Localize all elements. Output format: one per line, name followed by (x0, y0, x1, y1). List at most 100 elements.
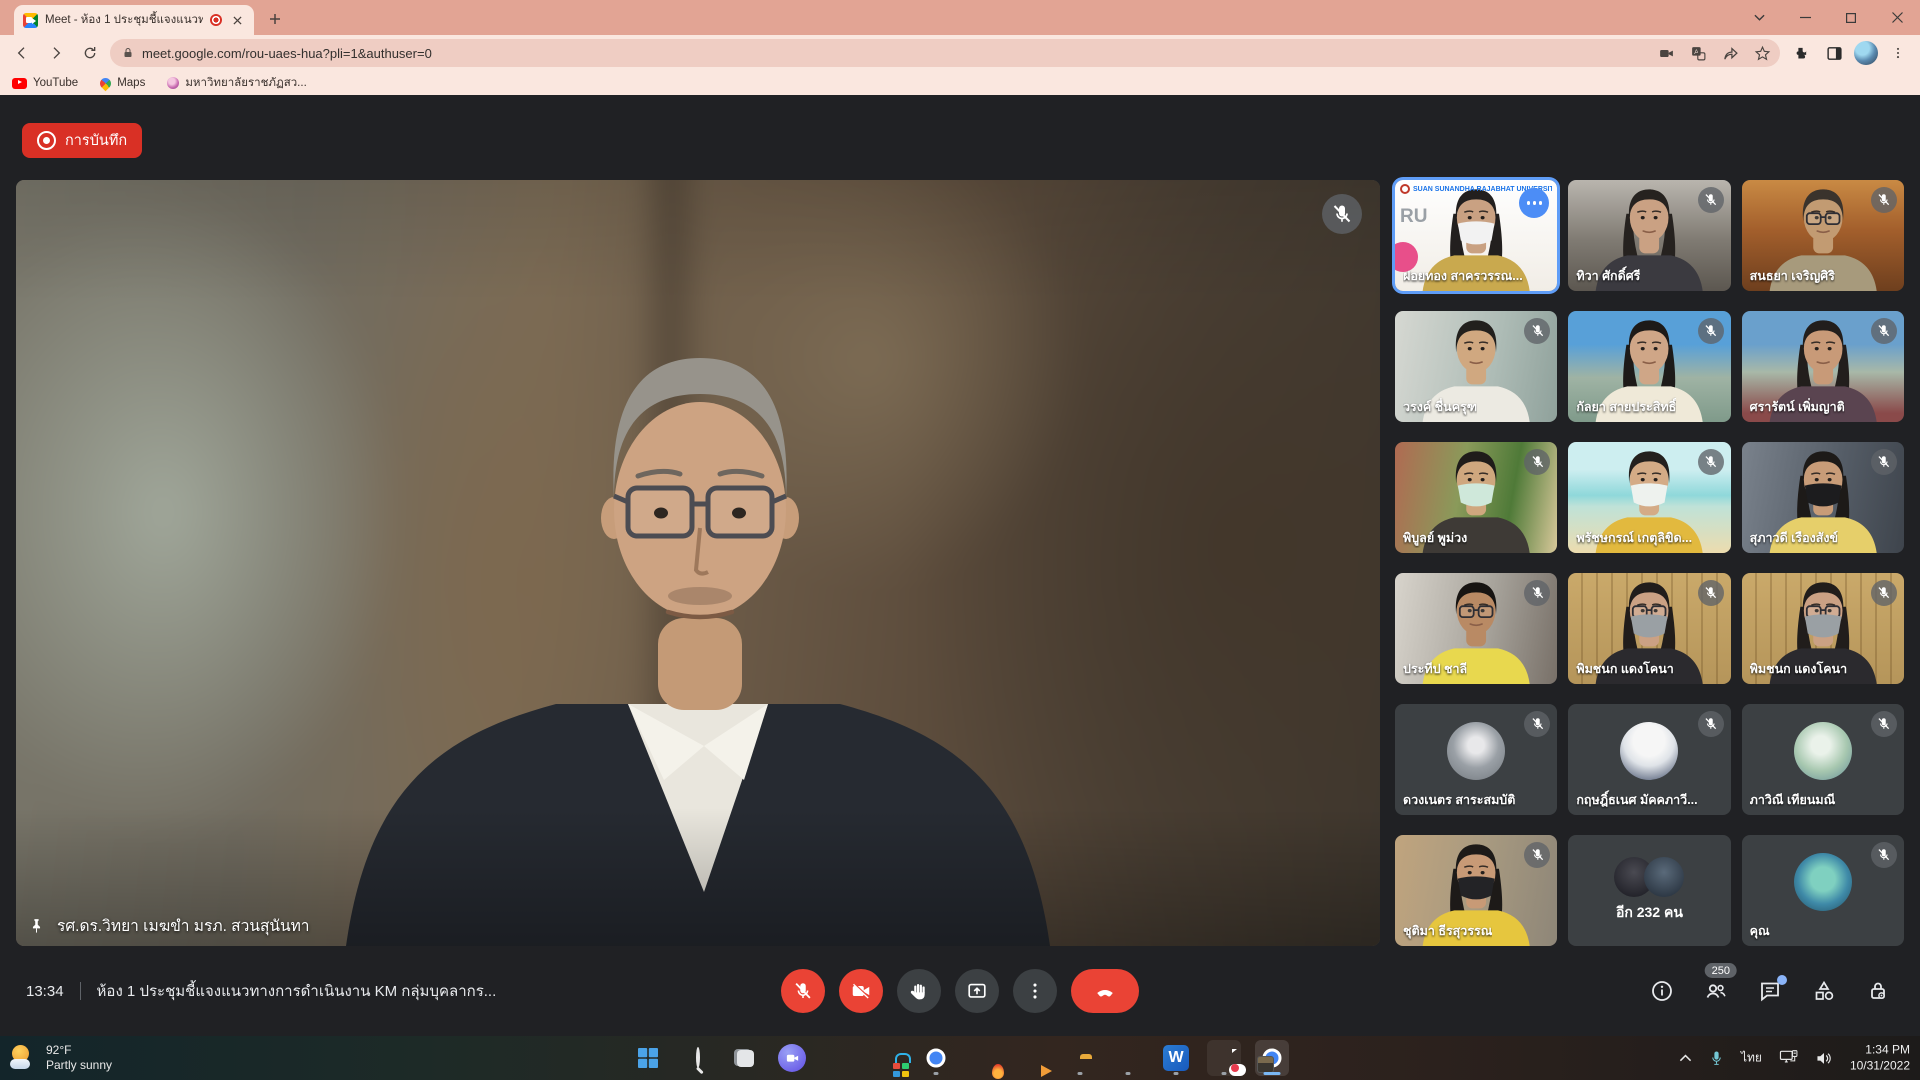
new-tab-button[interactable] (262, 6, 288, 32)
participant-tile[interactable]: สนธยา เจริญศิริ (1742, 180, 1904, 291)
camera-off-button[interactable] (839, 969, 883, 1013)
word-icon: W (1163, 1045, 1189, 1071)
recording-label: การบันทึก (65, 129, 127, 152)
camera-in-use-icon[interactable] (1654, 41, 1678, 65)
taskbar-app-explorer[interactable] (1063, 1040, 1097, 1076)
profile-avatar[interactable] (1854, 41, 1878, 65)
taskbar-app-edge[interactable] (823, 1040, 857, 1076)
mic-off-button[interactable] (781, 969, 825, 1013)
participant-name: พิบูลย์ พูม่วง (1403, 528, 1467, 548)
participant-tile[interactable]: พิบูลย์ พูม่วง (1395, 442, 1557, 553)
participant-count-badge: 250 (1705, 963, 1737, 978)
taskbar-clock[interactable]: 1:34 PM 10/31/2022 (1850, 1042, 1910, 1073)
participant-tile[interactable]: ภาวิณี เทียนมณี (1742, 704, 1904, 815)
host-controls-icon[interactable] (1864, 977, 1892, 1005)
address-bar[interactable]: meet.google.com/rou-uaes-hua?pli=1&authu… (110, 39, 1780, 67)
extensions-puzzle-icon[interactable] (1786, 39, 1814, 67)
taskbar-app-nero[interactable] (967, 1040, 1001, 1076)
participant-name: ทิวา ศักดิ์ศรี (1576, 266, 1640, 286)
taskbar-app-search[interactable] (679, 1040, 713, 1076)
taskbar-app-chrome-meet[interactable] (1255, 1040, 1289, 1076)
participant-tile[interactable]: วรงค์ ชื่นครุฑ (1395, 311, 1557, 422)
participant-tile[interactable]: ดวงเนตร สาระสมบัติ (1395, 704, 1557, 815)
participant-tile[interactable]: ชุติมา ธีรสุวรรณ (1395, 835, 1557, 946)
mic-muted-icon (1698, 711, 1724, 737)
participant-tile[interactable]: สุภาวดี เรืองสังข์ (1742, 442, 1904, 553)
tray-date: 10/31/2022 (1850, 1058, 1910, 1074)
kebab-menu-icon[interactable] (1884, 39, 1912, 67)
start-icon (634, 1044, 662, 1072)
activities-icon[interactable] (1810, 977, 1838, 1005)
side-panel-icon[interactable] (1820, 39, 1848, 67)
bookmark-youtube[interactable]: YouTube (12, 77, 78, 89)
participant-tile[interactable]: พิมชนก แดงโคนา (1742, 573, 1904, 684)
participant-tile[interactable]: พรัชษกรณ์ เกตุลิขิด... (1568, 442, 1730, 553)
microphone-in-use-icon[interactable] (1709, 1049, 1724, 1067)
network-ethernet-icon[interactable] (1779, 1050, 1798, 1067)
teams-chat-icon (778, 1044, 806, 1072)
bookmark-maps[interactable]: Maps (100, 77, 145, 89)
taskview-icon (730, 1044, 758, 1072)
participant-tile[interactable]: อีก 232 คน (1568, 835, 1730, 946)
people-icon[interactable]: 250 (1702, 977, 1730, 1005)
participant-tile[interactable]: SUAN SUNANDHA RAJABHAT UNIVERSITRUฝอยทอง… (1395, 180, 1557, 291)
participant-tile[interactable]: กัลยา สายประสิทธิ์ (1568, 311, 1730, 422)
tray-time: 1:34 PM (1865, 1042, 1910, 1058)
tab-close-icon[interactable] (229, 12, 245, 28)
taskbar-app-taskview[interactable] (727, 1040, 761, 1076)
mic-muted-icon (1698, 318, 1724, 344)
bookmark-star-icon[interactable] (1750, 41, 1774, 65)
speaker-icon[interactable] (1815, 1050, 1833, 1066)
taskbar-app-chrome[interactable] (919, 1040, 953, 1076)
university-logo-icon (1400, 184, 1410, 194)
taskbar-app-store[interactable] (871, 1040, 905, 1076)
share-icon[interactable] (1718, 41, 1742, 65)
browser-tab[interactable]: Meet - ห้อง 1 ประชุมชี้แจงแนวท (14, 5, 254, 35)
window-close-button[interactable] (1874, 0, 1920, 35)
window-maximize-button[interactable] (1828, 0, 1874, 35)
forward-icon[interactable] (42, 39, 70, 67)
reload-icon[interactable] (76, 39, 104, 67)
window-minimize-button[interactable] (1782, 0, 1828, 35)
back-icon[interactable] (8, 39, 36, 67)
participant-tile[interactable]: ศรารัตน์ เพิ่มญาติ (1742, 311, 1904, 422)
meeting-details-icon[interactable] (1648, 977, 1676, 1005)
participant-avatar (1447, 722, 1505, 780)
mic-muted-icon (1871, 318, 1897, 344)
participant-tile[interactable]: ทิวา ศักดิ์ศรี (1568, 180, 1730, 291)
university-crest-icon (167, 77, 179, 89)
translate-icon[interactable]: A (1686, 41, 1710, 65)
raise-hand-button[interactable] (897, 969, 941, 1013)
participant-name: สนธยา เจริญศิริ (1750, 266, 1835, 286)
present-now-button[interactable] (955, 969, 999, 1013)
end-call-button[interactable] (1071, 969, 1139, 1013)
url-text: meet.google.com/rou-uaes-hua?pli=1&authu… (142, 46, 1646, 61)
screen: { "colors": { "accent_red": "#d93025", "… (0, 0, 1920, 1080)
mic-muted-icon (1698, 449, 1724, 475)
participant-tile[interactable]: พิมชนก แดงโคนา (1568, 573, 1730, 684)
participant-tile[interactable]: คุณ (1742, 835, 1904, 946)
taskbar-app-line[interactable] (1207, 1040, 1241, 1076)
bookmark-university[interactable]: มหาวิทยาลัยราชภัฏสว... (167, 74, 306, 92)
taskbar-app-media-player[interactable] (1015, 1040, 1049, 1076)
taskbar-app-firefox[interactable] (1111, 1040, 1145, 1076)
taskbar-app-start[interactable] (631, 1040, 665, 1076)
tab-search-chevron-icon[interactable] (1736, 0, 1782, 35)
participant-name: กฤษฎิ์ธเนศ มัคคภาวี... (1576, 790, 1697, 810)
taskbar-weather-widget[interactable]: 92°F Partly sunny (10, 1043, 112, 1073)
mic-muted-icon (1871, 449, 1897, 475)
tab-recording-dot (210, 14, 222, 26)
taskbar-app-word[interactable]: W (1159, 1040, 1193, 1076)
main-speaker-video[interactable]: รศ.ดร.วิทยา เมฆขำ มรภ. สวนสุนันทา (16, 180, 1380, 946)
more-options-button[interactable] (1013, 969, 1057, 1013)
taskbar-app-teams-chat[interactable] (775, 1040, 809, 1076)
bookmarks-bar: YouTube Maps มหาวิทยาลัยราชภัฏสว... (0, 71, 1920, 95)
hidden-icons-chevron-icon[interactable] (1679, 1054, 1692, 1063)
recording-badge: การบันทึก (22, 123, 142, 158)
mic-muted-icon (1322, 194, 1362, 234)
participant-tile[interactable]: ประทีป ชาลี (1395, 573, 1557, 684)
chat-icon[interactable] (1756, 977, 1784, 1005)
language-indicator[interactable]: ไทย (1741, 1049, 1762, 1068)
participant-tile[interactable]: กฤษฎิ์ธเนศ มัคคภาวี... (1568, 704, 1730, 815)
mic-muted-icon (1871, 580, 1897, 606)
